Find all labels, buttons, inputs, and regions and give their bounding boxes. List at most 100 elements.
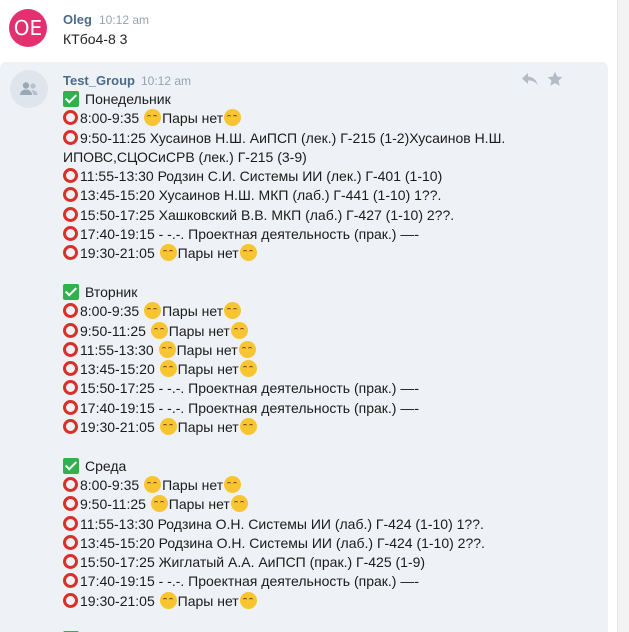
schedule-line: 9:50-11:25 Пары нет [63, 495, 603, 514]
message-group: Test_Group 10:12 am Понедельник 8:00-9:35… [0, 62, 608, 632]
day-title: Вторник [85, 283, 138, 300]
no-class-text: Пары нет [162, 110, 224, 127]
red-circle-icon [63, 129, 78, 145]
check-mark-icon [63, 91, 79, 107]
red-circle-icon [63, 187, 78, 203]
message-text: КТбо4-8 3 [63, 31, 128, 47]
schedule-line: 8:00-9:35 Пары нет [63, 302, 603, 321]
schedule-line: 15:50-17:25 Жиглатый А.А. АиПСП (прак.) … [63, 553, 603, 572]
red-circle-icon [63, 361, 78, 377]
day-heading: Вторник [63, 283, 603, 302]
no-class-text: Пары нет [177, 592, 239, 609]
red-circle-icon [63, 476, 78, 492]
schedule-text: 15:50-17:25 Жиглатый А.А. АиПСП (прак.) … [80, 554, 426, 571]
reply-icon[interactable] [521, 71, 539, 92]
schedule-line: 15:50-17:25 Хашковский В.В. МКП (лаб.) Г… [63, 206, 603, 225]
schedule-text: 8:00-9:35 [80, 110, 144, 127]
red-circle-icon [63, 245, 78, 261]
flushed-face-icon [224, 302, 242, 320]
red-circle-icon [63, 573, 78, 589]
flushed-face-icon [230, 495, 248, 513]
day-heading: Среда [63, 457, 603, 476]
schedule-line: 13:45-15:20 Родзина О.Н. Системы ИИ (лаб… [63, 534, 603, 553]
schedule-line: 8:00-9:35 Пары нет [63, 475, 603, 495]
red-circle-icon [63, 496, 78, 512]
schedule-line: 19:30-21:05 Пары нет [63, 244, 603, 263]
message-own: OE Oleg 10:12 am КТбо4-8 3 [0, 0, 614, 58]
schedule-text: 15:50-17:25 - -.-. Проектная деятельност… [80, 380, 420, 397]
schedule-text: 8:00-9:35 [80, 476, 144, 493]
schedule-text: 17:40-19:15 - -.-. Проектная деятельност… [80, 399, 420, 416]
schedule-text: 11:55-13:30 Родзин С.И. Системы ИИ (лек.… [80, 168, 443, 185]
schedule-text: 17:40-19:15 - -.-. Проектная деятельност… [80, 226, 420, 243]
day-title: Среда [85, 457, 127, 474]
flushed-face-icon [239, 244, 257, 262]
flushed-face-icon [150, 495, 168, 513]
flushed-face-icon [239, 360, 257, 378]
schedule-line: 11:55-13:30 Пары нет [63, 340, 603, 360]
flushed-face-icon [230, 321, 248, 339]
no-class-text: Пары нет [177, 419, 239, 436]
flushed-face-icon [159, 591, 177, 609]
no-class-text: Пары нет [176, 341, 238, 358]
day-heading: Понедельник [63, 90, 603, 109]
no-class-text: Пары нет [177, 245, 239, 262]
flushed-face-icon [159, 360, 177, 378]
flushed-face-icon [159, 244, 177, 262]
schedule-line: 13:45-15:20 Пары нет [63, 360, 603, 379]
schedule-text: 15:50-17:25 Хашковский В.В. МКП (лаб.) Г… [80, 206, 455, 223]
schedule-text: 17:40-19:15 - -.-. Проектная деятельност… [80, 573, 420, 590]
red-circle-icon [63, 380, 78, 396]
schedule-text: 19:30-21:05 [80, 419, 159, 436]
flushed-face-icon [158, 340, 176, 358]
schedule-text: 11:55-13:30 [80, 341, 158, 358]
flushed-face-icon [238, 340, 256, 358]
scrollbar[interactable] [617, 0, 629, 632]
message-time: 10:12 am [99, 13, 150, 27]
flushed-face-icon [224, 475, 242, 493]
red-circle-icon [63, 110, 78, 126]
no-class-text: Пары нет [168, 496, 230, 513]
schedule-text: 19:30-21:05 [80, 592, 159, 609]
red-circle-icon [63, 399, 78, 415]
check-mark-icon [63, 283, 79, 300]
schedule-text: 13:45-15:20 Родзина О.Н. Системы ИИ (лаб… [80, 534, 485, 551]
no-class-text: Пары нет [168, 322, 230, 339]
schedule-text: Понедельник 8:00-9:35 Пары нет 9:50-11:25 … [63, 90, 603, 632]
schedule-text: 9:50-11:25 Хусаинов Н.Ш. АиПСП (лек.) Г-… [63, 129, 506, 165]
red-circle-icon [63, 554, 78, 570]
schedule-line: 13:45-15:20 Хусаинов Н.Ш. МКП (лаб.) Г-4… [63, 186, 603, 205]
no-class-text: Пары нет [162, 303, 224, 320]
schedule-text: 9:50-11:25 [80, 322, 150, 339]
day-title: Понедельник [85, 91, 171, 107]
flushed-face-icon [159, 418, 177, 436]
check-mark-icon [63, 457, 79, 474]
flushed-face-icon [144, 475, 162, 493]
schedule-text: 9:50-11:25 [80, 496, 150, 513]
no-class-text: Пары нет [177, 361, 239, 378]
group-users-icon[interactable] [10, 70, 48, 108]
avatar[interactable]: OE [9, 9, 47, 47]
group-author-name[interactable]: Test_Group [63, 73, 135, 88]
schedule-text: 13:45-15:20 Хусаинов Н.Ш. МКП (лаб.) Г-4… [80, 187, 442, 204]
red-circle-icon [63, 592, 78, 608]
flushed-face-icon [144, 109, 162, 127]
schedule-line: 8:00-9:35 Пары нет [63, 109, 603, 128]
star-icon[interactable] [547, 71, 563, 92]
red-circle-icon [63, 515, 78, 531]
schedule-line: 17:40-19:15 - -.-. Проектная деятельност… [63, 399, 603, 418]
red-circle-icon [63, 226, 78, 242]
red-circle-icon [63, 341, 78, 357]
message-time: 10:12 am [141, 74, 192, 88]
schedule-line: 17:40-19:15 - -.-. Проектная деятельност… [63, 225, 603, 244]
author-name[interactable]: Oleg [63, 12, 92, 27]
flushed-face-icon [239, 591, 257, 609]
flushed-face-icon [239, 418, 257, 436]
red-circle-icon [63, 322, 78, 338]
red-circle-icon [63, 206, 78, 222]
schedule-text: 13:45-15:20 [80, 361, 159, 378]
red-circle-icon [63, 419, 78, 435]
schedule-text: 11:55-13:30 Родзина О.Н. Системы ИИ (лаб… [80, 515, 484, 532]
